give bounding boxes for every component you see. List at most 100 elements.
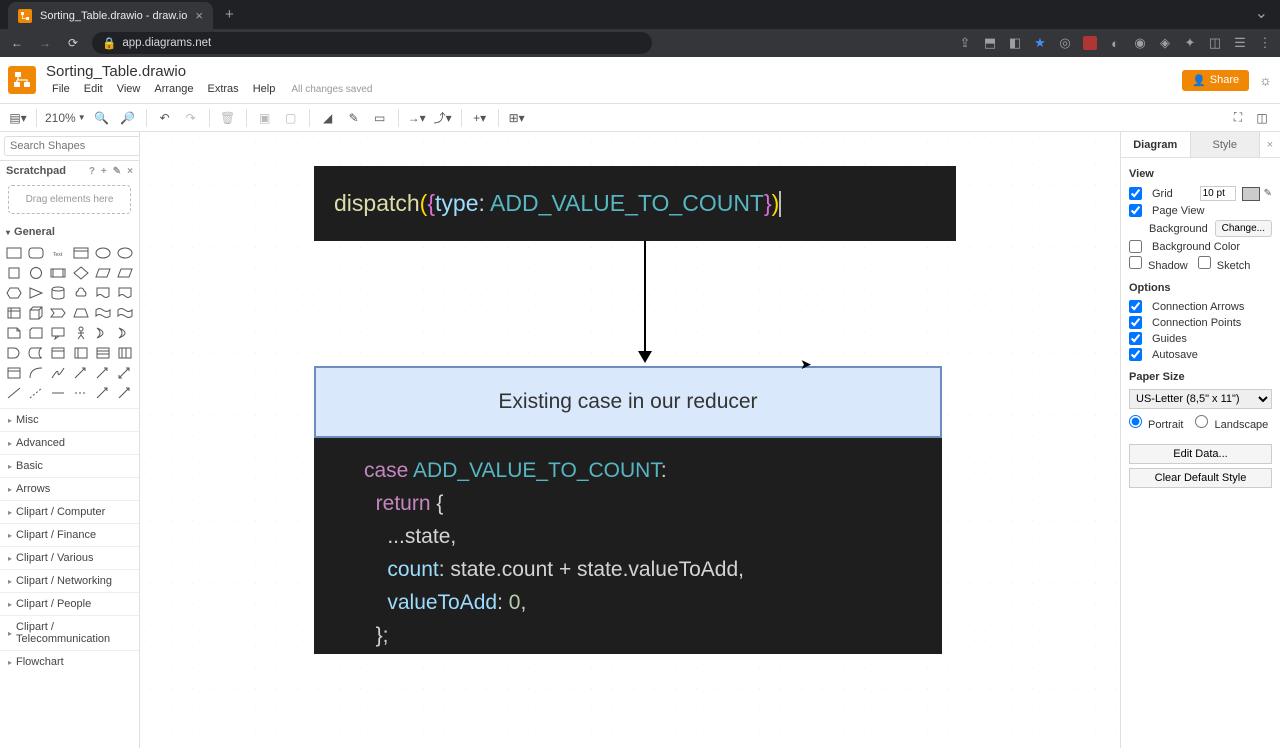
shape-or[interactable] xyxy=(115,324,135,342)
shape-list[interactable] xyxy=(115,344,135,362)
shape-curve[interactable] xyxy=(48,364,68,382)
to-front-icon[interactable]: ▣ xyxy=(255,108,275,128)
tabs-overflow-icon[interactable]: ⌄ xyxy=(1255,3,1268,23)
add-icon[interactable]: + xyxy=(101,166,107,177)
shape-square[interactable] xyxy=(4,264,24,282)
extension-icon[interactable]: ◎ xyxy=(1058,36,1072,50)
url-input[interactable]: 🔒 app.diagrams.net xyxy=(92,32,652,54)
line-color-icon[interactable]: ✎ xyxy=(344,108,364,128)
shape-data-storage[interactable] xyxy=(26,344,46,362)
delete-icon[interactable]: 🗑 xyxy=(218,108,238,128)
autosave-checkbox[interactable] xyxy=(1129,348,1142,361)
browser-tab[interactable]: Sorting_Table.drawio - draw.io × xyxy=(8,2,213,29)
canvas[interactable]: dispatch({type: ADD_VALUE_TO_COUNT}) Exi… xyxy=(140,132,1120,748)
undo-icon[interactable]: ↶ xyxy=(155,108,175,128)
sketch-checkbox[interactable] xyxy=(1198,256,1211,269)
fill-color-icon[interactable]: ◢ xyxy=(318,108,338,128)
category-clipart-various[interactable]: ▸Clipart / Various xyxy=(0,546,139,569)
menu-help[interactable]: Help xyxy=(247,81,282,97)
shape-actor[interactable] xyxy=(70,324,90,342)
shape-ellipse[interactable] xyxy=(93,244,113,262)
shape-container[interactable] xyxy=(48,344,68,362)
shape-line[interactable] xyxy=(48,384,68,402)
shape-card[interactable] xyxy=(26,324,46,342)
category-flowchart[interactable]: ▸Flowchart xyxy=(0,650,139,673)
reading-list-icon[interactable]: ☰ xyxy=(1233,36,1247,50)
paper-size-select[interactable]: US-Letter (8,5" x 11") xyxy=(1129,389,1272,409)
theme-toggle-icon[interactable]: ☼ xyxy=(1259,72,1272,88)
search-shapes-input[interactable] xyxy=(4,136,140,156)
close-panel-icon[interactable]: × xyxy=(1260,132,1280,157)
share-page-icon[interactable]: ⇪ xyxy=(958,36,972,50)
sidebar-toggle-icon[interactable]: ▤▾ xyxy=(8,108,28,128)
diagram-code-dispatch[interactable]: dispatch({type: ADD_VALUE_TO_COUNT}) xyxy=(314,166,956,241)
bookmark-star-icon[interactable]: ★ xyxy=(1033,36,1047,50)
nav-forward-icon[interactable]: → xyxy=(36,34,54,52)
update-icon[interactable]: ◧ xyxy=(1008,36,1022,50)
pencil-icon[interactable]: ✎ xyxy=(1264,188,1272,199)
general-header[interactable]: ▾ General xyxy=(0,222,139,242)
shape-step[interactable] xyxy=(48,304,68,322)
shape-dashed-line[interactable] xyxy=(26,384,46,402)
menu-edit[interactable]: Edit xyxy=(78,81,109,97)
browser-menu-icon[interactable]: ⋮ xyxy=(1258,36,1272,50)
extension-icon[interactable]: ◈ xyxy=(1158,36,1172,50)
shape-link[interactable] xyxy=(115,384,135,402)
zoom-control[interactable]: 210% ▼ xyxy=(45,111,86,125)
shape-callout[interactable] xyxy=(48,324,68,342)
shape-list[interactable] xyxy=(93,344,113,362)
connection-icon[interactable]: →▾ xyxy=(407,108,427,128)
shape-textbox[interactable] xyxy=(70,244,90,262)
shape-process[interactable] xyxy=(48,264,68,282)
nav-back-icon[interactable]: ← xyxy=(8,34,26,52)
shape-parallelogram[interactable] xyxy=(93,264,113,282)
nav-reload-icon[interactable]: ⟳ xyxy=(64,34,82,52)
shape-dashed[interactable] xyxy=(70,384,90,402)
clear-default-style-button[interactable]: Clear Default Style xyxy=(1129,468,1272,488)
shape-internal-storage[interactable] xyxy=(4,304,24,322)
shape-hexagon[interactable] xyxy=(4,284,24,302)
shape-cube[interactable] xyxy=(26,304,46,322)
zoom-out-icon[interactable]: 🔎 xyxy=(118,108,138,128)
edit-data-button[interactable]: Edit Data... xyxy=(1129,444,1272,464)
category-clipart-people[interactable]: ▸Clipart / People xyxy=(0,592,139,615)
extension-icon[interactable]: ◐ xyxy=(1108,36,1122,50)
menu-extras[interactable]: Extras xyxy=(202,81,245,97)
shape-cylinder[interactable] xyxy=(48,284,68,302)
shape-cloud[interactable] xyxy=(70,284,90,302)
shape-triangle[interactable] xyxy=(26,284,46,302)
category-clipart-telecom[interactable]: ▸Clipart / Telecommunication xyxy=(0,615,139,650)
change-background-button[interactable]: Change... xyxy=(1215,220,1272,237)
extension-icon[interactable]: ◉ xyxy=(1133,36,1147,50)
extensions-puzzle-icon[interactable]: ✦ xyxy=(1183,36,1197,50)
insert-icon[interactable]: +▾ xyxy=(470,108,490,128)
tab-diagram[interactable]: Diagram xyxy=(1121,132,1191,157)
portrait-radio[interactable] xyxy=(1129,415,1142,428)
drawio-logo[interactable] xyxy=(8,66,36,94)
edit-icon[interactable]: ✎ xyxy=(113,166,121,177)
shape-document[interactable] xyxy=(115,284,135,302)
shape-line[interactable] xyxy=(4,384,24,402)
category-clipart-finance[interactable]: ▸Clipart / Finance xyxy=(0,523,139,546)
shape-rectangle[interactable] xyxy=(4,244,24,262)
shape-text[interactable]: Text xyxy=(48,244,68,262)
zoom-in-icon[interactable]: 🔍 xyxy=(92,108,112,128)
category-clipart-networking[interactable]: ▸Clipart / Networking xyxy=(0,569,139,592)
page-view-checkbox[interactable] xyxy=(1129,204,1142,217)
category-advanced[interactable]: ▸Advanced xyxy=(0,431,139,454)
tab-style[interactable]: Style xyxy=(1191,132,1261,157)
shape-note[interactable] xyxy=(4,324,24,342)
share-button[interactable]: 👤 Share xyxy=(1182,70,1249,91)
shadow-icon[interactable]: ▭ xyxy=(370,108,390,128)
install-app-icon[interactable]: ⬒ xyxy=(983,36,997,50)
shape-tape[interactable] xyxy=(93,304,113,322)
shape-arrow[interactable] xyxy=(70,364,90,382)
shape-or[interactable] xyxy=(93,324,113,342)
new-tab-button[interactable]: + xyxy=(225,6,234,23)
shape-ellipse[interactable] xyxy=(115,244,135,262)
grid-size-input[interactable] xyxy=(1200,186,1236,201)
category-clipart-computer[interactable]: ▸Clipart / Computer xyxy=(0,500,139,523)
to-back-icon[interactable]: ▢ xyxy=(281,108,301,128)
category-basic[interactable]: ▸Basic xyxy=(0,454,139,477)
shape-document[interactable] xyxy=(93,284,113,302)
